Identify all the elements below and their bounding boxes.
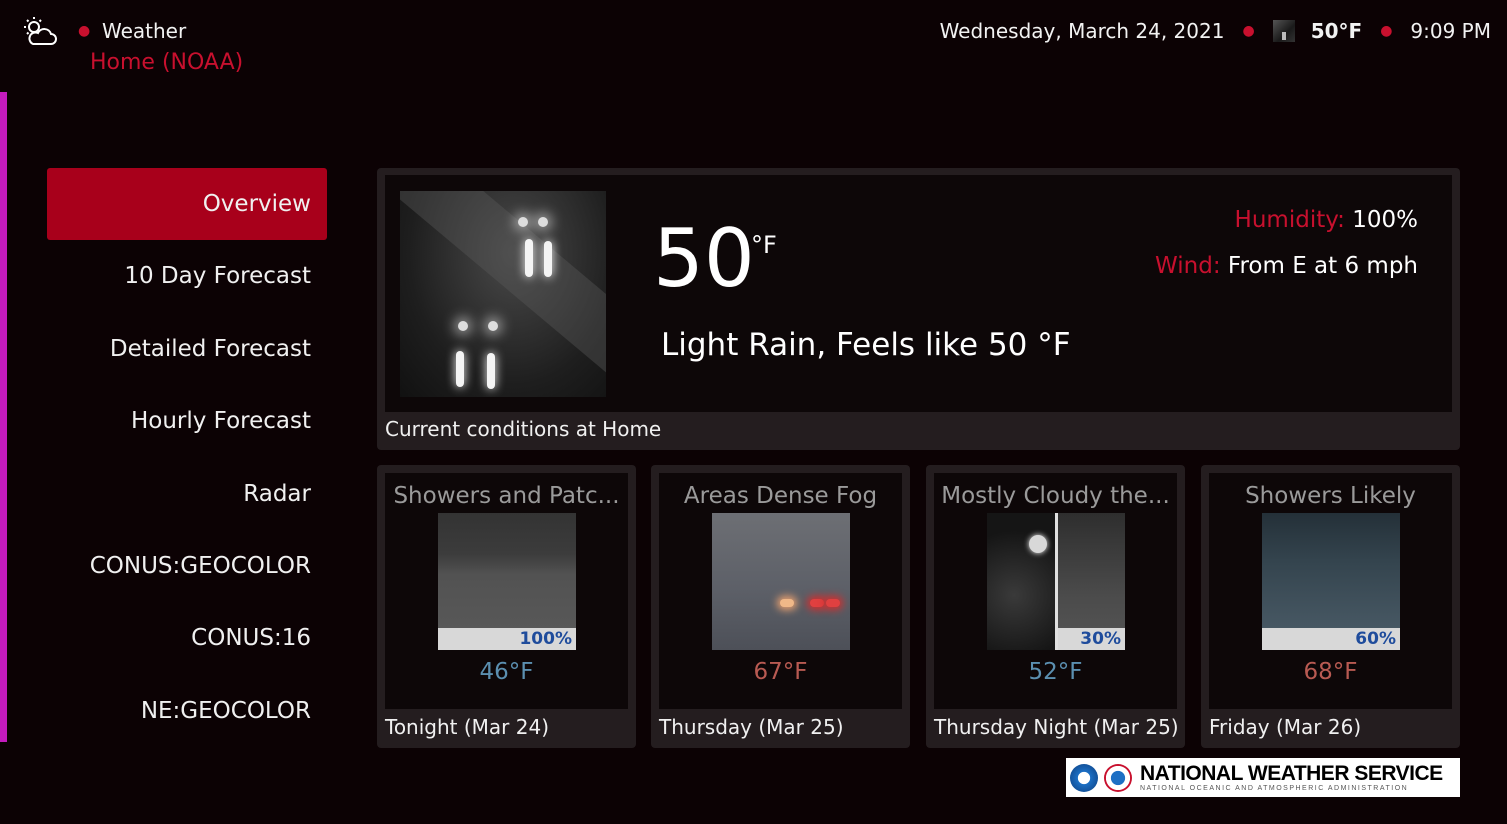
showers-image: 100% (438, 513, 576, 650)
nws-seal-icon (1104, 763, 1132, 792)
current-conditions-caption: Current conditions at Home (385, 417, 662, 441)
temperature-unit: °F (751, 231, 777, 259)
forecast-title: Showers Likely (1245, 483, 1416, 509)
focus-edge-bar (0, 92, 7, 742)
wind-label: Wind: (1155, 253, 1221, 279)
forecast-period: Friday (Mar 26) (1209, 715, 1362, 739)
humidity-value: 100% (1352, 207, 1418, 233)
app-title: Weather (102, 19, 187, 43)
forecast-period: Thursday Night (Mar 25) (934, 715, 1179, 739)
forecast-title: Mostly Cloudy the... (941, 483, 1170, 509)
current-conditions-panel[interactable]: 50 °F Light Rain, Feels like 50 °F Humid… (377, 168, 1460, 450)
precip-percent: 30% (1058, 628, 1125, 650)
menu-item-hourly-forecast[interactable]: Hourly Forecast (47, 385, 327, 457)
forecast-temperature: 52°F (1028, 659, 1083, 685)
humidity-stat: Humidity: 100% (1235, 207, 1418, 233)
forecast-temperature: 68°F (1303, 659, 1358, 685)
weather-thumbnail-icon (1272, 20, 1295, 42)
forecast-period: Thursday (Mar 25) (659, 715, 844, 739)
wind-value: From E at 6 mph (1227, 253, 1418, 279)
showers-likely-image: 60% (1262, 513, 1400, 650)
current-date: Wednesday, March 24, 2021 (939, 19, 1225, 43)
night-cloudy-image: 30% (987, 513, 1125, 650)
separator-dot: ● (78, 23, 91, 39)
separator-dot: ● (1380, 23, 1393, 39)
weather-app-icon (22, 16, 58, 48)
forecast-card[interactable]: Mostly Cloudy the... 30% 52°F Thursday N… (926, 465, 1185, 748)
current-weather-image (400, 191, 606, 397)
menu-item-overview[interactable]: Overview (47, 168, 327, 240)
menu-item-conus-16[interactable]: CONUS:16 (47, 602, 327, 674)
wind-stat: Wind: From E at 6 mph (1155, 253, 1418, 279)
forecast-card[interactable]: Showers Likely 60% 68°F Friday (Mar 26) (1201, 465, 1460, 748)
current-time: 9:09 PM (1410, 19, 1491, 43)
logo-title: NATIONAL WEATHER SERVICE (1140, 761, 1443, 785)
nws-logo: NATIONAL WEATHER SERVICE NATIONAL OCEANI… (1066, 758, 1460, 797)
menu-item-10-day-forecast[interactable]: 10 Day Forecast (47, 240, 327, 312)
menu-item-ne-geocolor[interactable]: NE:GEOCOLOR (47, 675, 327, 747)
forecast-temperature: 46°F (479, 659, 534, 685)
forecast-card[interactable]: Areas Dense Fog 67°F Thursday (Mar 25) (651, 465, 910, 748)
logo-subtitle: NATIONAL OCEANIC AND ATMOSPHERIC ADMINIS… (1140, 784, 1409, 792)
precip-percent: 60% (1262, 628, 1400, 650)
menu-item-radar[interactable]: Radar (47, 458, 327, 530)
forecast-period: Tonight (Mar 24) (385, 715, 550, 739)
header-temperature: 50°F (1310, 19, 1363, 43)
forecast-temperature: 67°F (753, 659, 808, 685)
moon-icon (1029, 535, 1047, 553)
precip-percent: 100% (438, 628, 576, 650)
forecast-card[interactable]: Showers and Patc... 100% 46°F Tonight (M… (377, 465, 636, 748)
fog-image (712, 513, 850, 650)
current-conditions-body: 50 °F Light Rain, Feels like 50 °F Humid… (385, 175, 1452, 412)
menu-item-detailed-forecast[interactable]: Detailed Forecast (47, 313, 327, 385)
header-status: Wednesday, March 24, 2021 ● 50°F ● 9:09 … (940, 19, 1491, 43)
forecast-title: Areas Dense Fog (683, 483, 878, 509)
separator-dot: ● (1242, 23, 1255, 39)
current-condition-text: Light Rain, Feels like 50 °F (661, 327, 1071, 363)
forecast-title: Showers and Patc... (393, 483, 620, 509)
humidity-label: Humidity: (1234, 207, 1345, 233)
noaa-seal-icon (1070, 763, 1098, 792)
menu-item-conus-geocolor[interactable]: CONUS:GEOCOLOR (47, 530, 327, 602)
location-label: Home (NOAA) (90, 50, 244, 75)
sidebar-menu: Overview 10 Day Forecast Detailed Foreca… (47, 168, 327, 747)
current-temperature: 50 (653, 212, 755, 305)
